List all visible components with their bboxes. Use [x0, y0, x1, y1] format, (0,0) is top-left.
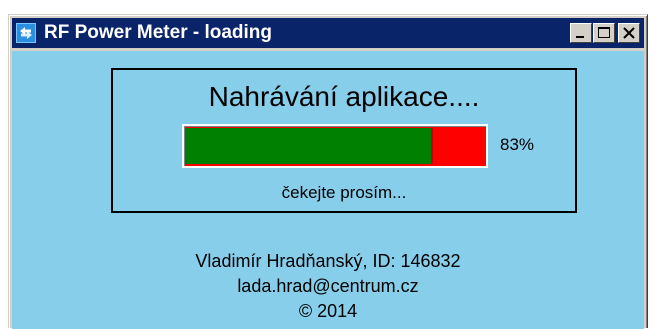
close-icon: [623, 27, 635, 39]
author-line: Vladimír Hradňanský, ID: 146832: [195, 251, 461, 271]
minimize-icon: [576, 36, 584, 38]
copyright-line: © 2014: [298, 301, 358, 321]
progress-bar: [182, 124, 488, 168]
progress-percent-label: 83%: [500, 135, 535, 154]
rf-meter-app-icon[interactable]: [16, 23, 36, 43]
credits-block: Vladimír Hradňanský, ID: 146832 lada.hra…: [12, 249, 644, 324]
app-window: RF Power Meter - loading Nahrávání aplik…: [8, 14, 648, 329]
maximize-button[interactable]: [593, 23, 615, 43]
progress-bar-fill: [186, 128, 433, 164]
wait-message: čekejte prosím...: [281, 183, 407, 202]
loading-heading: Nahrávání aplikace....: [208, 81, 480, 112]
email-line: lada.hrad@centrum.cz: [237, 276, 419, 296]
loading-panel: Nahrávání aplikace.... 83% čekejte prosí…: [111, 68, 577, 213]
close-button[interactable]: [618, 23, 640, 43]
title-bar[interactable]: RF Power Meter - loading: [12, 18, 644, 48]
minimize-button[interactable]: [570, 23, 592, 43]
splash-content: Nahrávání aplikace.... 83% čekejte prosí…: [12, 51, 644, 329]
maximize-icon: [598, 27, 610, 38]
window-title: RF Power Meter - loading: [44, 22, 273, 43]
